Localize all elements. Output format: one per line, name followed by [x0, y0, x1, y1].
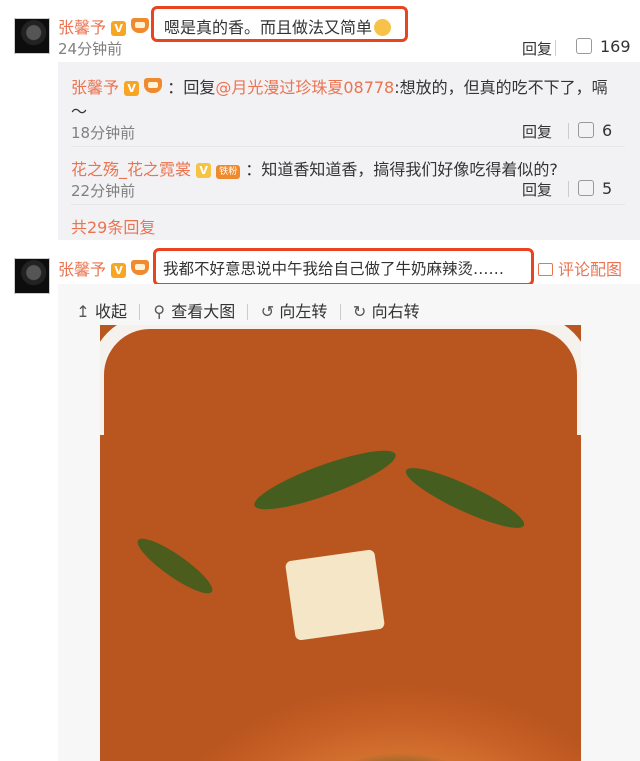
avatar[interactable]	[14, 18, 50, 54]
verified-badge-icon: V	[111, 21, 127, 36]
reply1-line1: 张馨予 V ：回复@月光漫过珍珠夏08778:想放的，但真的吃不下了，嗝	[71, 78, 608, 97]
comment2-author[interactable]: 张馨予 V	[58, 256, 150, 280]
search-icon: ⚲	[153, 302, 166, 321]
image-icon	[538, 263, 553, 276]
reply2-author[interactable]: 花之殇_花之霓裳	[71, 160, 191, 179]
reply2-time: 22分钟前	[71, 182, 136, 200]
comment1-text: 嗯是真的香。而且做法又简单	[164, 14, 392, 38]
divider	[568, 123, 569, 139]
reply2-like-button[interactable]: 5	[578, 179, 612, 198]
divider	[71, 204, 625, 205]
reply2-reply-button[interactable]: 回复	[522, 179, 552, 200]
collapse-button[interactable]: ↥ 收起	[76, 302, 127, 321]
vip-crown-icon	[131, 18, 150, 33]
reply1-author[interactable]: 张馨予	[71, 78, 119, 97]
comment2-text: 我都不好意思说中午我给自己做了牛奶麻辣烫……	[163, 260, 505, 278]
reply2-line1: 花之殇_花之霓裳 V 铁粉 ：知道香知道香，搞得我们好像吃得着似的?	[71, 160, 558, 179]
smile-emoji-icon	[374, 19, 392, 36]
rotate-right-button[interactable]: ↻ 向右转	[353, 302, 420, 321]
comment1-author[interactable]: 张馨予 V	[58, 14, 150, 38]
comment1-time: 24分钟前	[58, 40, 123, 58]
rotate-left-button[interactable]: ↺ 向左转	[260, 302, 328, 321]
mention-link[interactable]: @月光漫过珍珠夏08778	[215, 78, 394, 97]
reply1-like-button[interactable]: 6	[578, 121, 612, 140]
view-large-button[interactable]: ⚲ 查看大图	[152, 302, 235, 321]
divider	[555, 40, 556, 56]
divider	[339, 304, 341, 320]
verified-badge-icon: V	[124, 81, 140, 96]
divider	[71, 146, 625, 147]
divider	[247, 304, 249, 320]
vip-crown-icon	[131, 260, 150, 275]
comment1-reply-button[interactable]: 回复	[522, 38, 552, 59]
thumbs-up-icon	[578, 180, 594, 196]
comment-image-link[interactable]: 评论配图	[538, 256, 622, 280]
pot-rim	[100, 325, 581, 435]
divider	[568, 181, 569, 197]
vip-crown-icon	[144, 78, 163, 93]
fan-badge: 铁粉	[216, 165, 241, 179]
reply1-time: 18分钟前	[71, 124, 136, 142]
avatar[interactable]	[14, 258, 50, 294]
comment-photo[interactable]	[100, 325, 581, 761]
reply1-line2: ～	[71, 102, 88, 121]
verified-badge-icon: V	[111, 263, 127, 278]
reply1-reply-button[interactable]: 回复	[522, 121, 552, 142]
thumbs-up-icon	[578, 122, 594, 138]
comment1-like-button[interactable]: 169	[576, 37, 631, 56]
divider	[139, 304, 141, 320]
verified-badge-icon: V	[196, 163, 212, 178]
arrow-up-icon: ↥	[76, 302, 90, 321]
tofu-piece	[284, 549, 386, 641]
rotate-right-icon: ↻	[352, 302, 367, 321]
thumbs-up-icon	[576, 38, 592, 54]
toolbar: ↥ 收起 ⚲ 查看大图 ↺ 向左转 ↻ 向右转	[76, 298, 420, 322]
rotate-left-icon: ↺	[260, 302, 275, 321]
more-replies-link[interactable]: 共29条回复	[71, 214, 155, 238]
